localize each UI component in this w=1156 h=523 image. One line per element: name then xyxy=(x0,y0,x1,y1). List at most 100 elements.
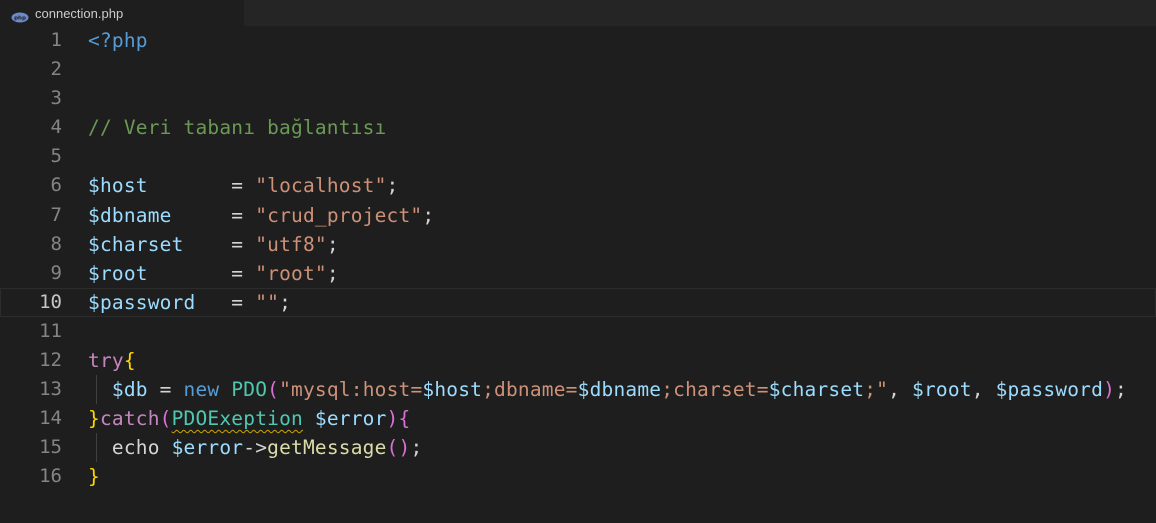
code-line: 5 xyxy=(0,142,1156,171)
paren: ) xyxy=(398,436,411,460)
line-number: 15 xyxy=(39,436,62,459)
keyword-echo: echo xyxy=(111,436,160,460)
php-open-tag: <?php xyxy=(88,29,148,52)
operator: = xyxy=(231,174,256,198)
line-number: 12 xyxy=(39,349,62,372)
line-number: 14 xyxy=(39,407,62,430)
line-number: 5 xyxy=(50,145,62,168)
tab-connection-php[interactable]: php connection.php xyxy=(0,0,244,26)
class-name-warning[interactable]: PDOExeption xyxy=(172,407,303,430)
line-number: 7 xyxy=(50,203,62,226)
variable: $error xyxy=(171,436,244,460)
variable: $password xyxy=(995,378,1104,402)
line-content: $dbname = "crud_project"; xyxy=(88,201,434,230)
brace: } xyxy=(88,407,100,431)
line-number: 16 xyxy=(39,465,62,488)
variable: $host xyxy=(422,378,483,402)
code-line: 12 try{ xyxy=(0,346,1156,375)
code-line: 9 $root = "root"; xyxy=(0,259,1156,288)
paren: ( xyxy=(159,407,172,431)
brace: } xyxy=(88,465,100,489)
semicolon: ; xyxy=(326,232,339,256)
line-content: <?php xyxy=(88,26,148,55)
string-literal: "" xyxy=(255,290,280,314)
string-literal: ;" xyxy=(864,378,889,402)
line-content: }catch(PDOExeption $error){ xyxy=(88,404,410,433)
php-file-icon: php xyxy=(11,8,29,22)
line-number: 9 xyxy=(50,261,62,284)
code-line: 2 xyxy=(0,55,1156,84)
variable: $error xyxy=(314,407,387,431)
line-content: $password = ""; xyxy=(88,288,291,317)
line-content: $db = new PDO("mysql:host=$host;dbname=$… xyxy=(88,375,1127,404)
keyword-new: new xyxy=(183,378,220,402)
class-name: PDO xyxy=(231,378,268,402)
string-literal: "mysql:host= xyxy=(279,378,423,402)
line-content: } xyxy=(88,462,100,491)
string-literal: ;charset= xyxy=(661,378,769,402)
semicolon: ; xyxy=(326,261,339,285)
code-line: 14 }catch(PDOExeption $error){ xyxy=(0,404,1156,433)
code-line: 16 } xyxy=(0,462,1156,491)
brace: { xyxy=(398,407,411,431)
code-line: 6 $host = "localhost"; xyxy=(0,171,1156,200)
code-line: 1 <?php xyxy=(0,26,1156,55)
tab-label: connection.php xyxy=(35,5,124,21)
code-line: 13 $db = new PDO("mysql:host=$host;dbnam… xyxy=(0,375,1156,405)
semicolon: ; xyxy=(422,203,435,227)
code-area[interactable]: 1 <?php 2 3 4 // Veri tabanı bağlantısı … xyxy=(0,26,1156,523)
string-literal: "localhost" xyxy=(255,174,387,198)
operator: = xyxy=(147,378,184,402)
semicolon: ; xyxy=(1115,378,1127,402)
comma: , xyxy=(888,378,912,402)
function-name: getMessage xyxy=(267,436,387,460)
paren: ( xyxy=(267,378,280,402)
code-line: 3 xyxy=(0,84,1156,113)
paren: ( xyxy=(386,436,399,460)
operator: = xyxy=(231,290,256,314)
code-line-active: 10 $password = ""; xyxy=(0,287,1156,317)
paren: ) xyxy=(386,407,399,431)
keyword-try: try xyxy=(88,349,124,373)
string-literal: "utf8" xyxy=(255,232,327,256)
variable: $host xyxy=(88,174,148,198)
line-number: 11 xyxy=(39,319,62,342)
variable: $password xyxy=(88,290,196,314)
line-content: $host = "localhost"; xyxy=(88,171,398,200)
code-line: 7 $dbname = "crud_project"; xyxy=(0,201,1156,230)
line-content: $charset = "utf8"; xyxy=(88,230,339,259)
operator: -> xyxy=(243,436,268,460)
brace: { xyxy=(123,349,136,373)
line-number: 10 xyxy=(39,290,62,313)
line-number: 1 xyxy=(50,29,62,51)
line-content: echo $error->getMessage(); xyxy=(88,433,422,462)
comma: , xyxy=(971,378,996,402)
line-content: // Veri tabanı bağlantısı xyxy=(88,113,387,142)
code-line: 4 // Veri tabanı bağlantısı xyxy=(0,113,1156,142)
string-literal: "root" xyxy=(255,261,327,285)
tab-bar: php connection.php xyxy=(0,0,1156,26)
paren: ) xyxy=(1103,378,1116,402)
variable: $charset xyxy=(768,378,865,402)
variable: $db xyxy=(111,378,148,402)
line-content: try{ xyxy=(88,346,136,375)
operator: = xyxy=(231,232,256,256)
line-number: 4 xyxy=(50,116,62,139)
string-literal: "crud_project" xyxy=(255,203,423,227)
line-number: 8 xyxy=(50,232,62,255)
operator: = xyxy=(231,203,256,227)
code-line: 8 $charset = "utf8"; xyxy=(0,230,1156,259)
code-line: 11 xyxy=(0,317,1156,346)
semicolon: ; xyxy=(410,436,423,460)
line-number: 6 xyxy=(50,174,62,197)
line-number: 2 xyxy=(50,58,62,81)
